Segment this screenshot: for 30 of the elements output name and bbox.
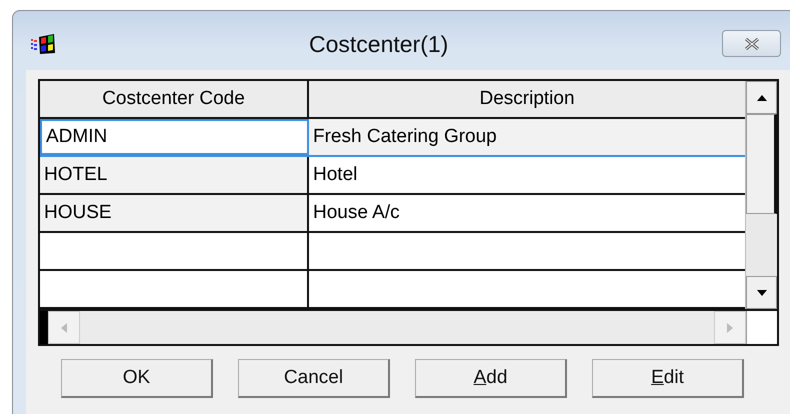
table-cell: Fresh Catering Group (309, 119, 746, 155)
window-title: Costcenter(1) (309, 31, 448, 58)
table-cell: HOTEL (40, 157, 309, 193)
table-row[interactable] (40, 271, 746, 309)
right-arrow-icon (726, 322, 734, 334)
table-cell-text: House A/c (312, 201, 401, 225)
dialog-button[interactable]: Cancel (238, 359, 390, 398)
down-arrow-icon (756, 288, 768, 296)
dialog-button[interactable]: Edit (592, 359, 744, 398)
table-row[interactable] (40, 233, 746, 271)
row-marker (40, 311, 48, 344)
left-arrow-icon (60, 322, 68, 334)
up-arrow-icon (756, 94, 768, 102)
column-header[interactable]: Description (309, 81, 746, 117)
scroll-thumb[interactable] (746, 114, 777, 214)
dialog-button[interactable]: Add (415, 359, 567, 398)
table-row[interactable]: HOUSE House A/c (40, 195, 746, 233)
table-cell-text: Hotel (312, 163, 358, 187)
table-cell: ADMIN (40, 119, 309, 155)
vertical-scrollbar[interactable] (745, 81, 777, 309)
table-row[interactable]: HOTEL Hotel (40, 157, 746, 195)
close-button[interactable] (722, 30, 781, 57)
scroll-up-button[interactable] (746, 81, 777, 114)
selected-row[interactable]: ADMIN Fresh Catering Group (40, 119, 746, 157)
dialog-button[interactable]: OK (61, 359, 213, 398)
flag-icon (30, 32, 56, 54)
close-icon (744, 38, 760, 50)
scroll-down-button[interactable] (746, 276, 777, 309)
column-header[interactable]: Costcenter Code (40, 81, 309, 117)
table-cell: HOUSE (40, 195, 309, 231)
